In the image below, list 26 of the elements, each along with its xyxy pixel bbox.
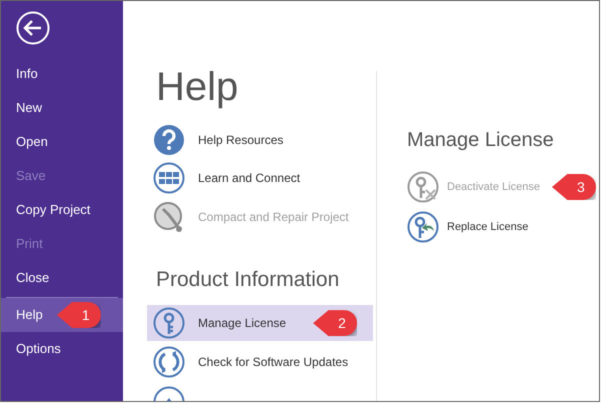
menu-item[interactable]: Manage License 2 <box>147 305 373 341</box>
page-title: Help <box>156 67 240 107</box>
menu-item[interactable]: Replace License <box>447 218 528 236</box>
menu-item[interactable]: Check for Software Updates <box>147 344 373 380</box>
sidebar-item[interactable]: Options <box>16 339 61 359</box>
menu-item: Deactivate License <box>447 180 540 195</box>
section-heading: Manage License <box>407 128 555 153</box>
crossed-key-icon <box>407 171 439 203</box>
sidebar-item[interactable]: New <box>16 98 42 118</box>
sidebar-item[interactable]: Info <box>16 64 38 84</box>
key-icon <box>153 307 185 340</box>
back-icon[interactable] <box>16 11 50 45</box>
menu-item: Compact and Repair Project <box>198 208 349 226</box>
grid-icon <box>153 162 185 194</box>
menu-item[interactable]: Learn and Connect <box>198 169 300 188</box>
menu-item[interactable]: Help Resources <box>198 131 284 150</box>
sidebar-item[interactable]: Copy Project <box>16 200 90 220</box>
refresh-icon <box>153 346 185 378</box>
callout-marker: 2 <box>313 310 358 336</box>
sidebar-item[interactable]: Close <box>16 268 50 288</box>
sidebar-item[interactable]: Open <box>16 132 48 152</box>
callout-marker: 3 <box>552 174 596 200</box>
question-icon <box>153 124 185 156</box>
callout-marker: 1 <box>56 302 101 328</box>
section-heading: Product Information <box>156 266 340 293</box>
sidebar-item[interactable]: Help <box>16 305 43 325</box>
